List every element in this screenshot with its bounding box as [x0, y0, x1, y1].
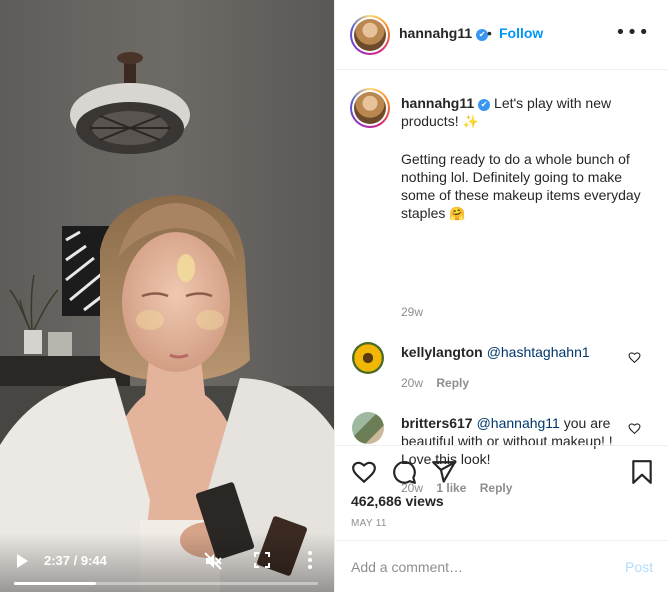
- comment-input[interactable]: [351, 557, 601, 577]
- video-player[interactable]: 2:37 / 9:44: [0, 0, 334, 592]
- mute-icon[interactable]: [204, 552, 222, 570]
- verified-icon: ✔: [478, 99, 491, 111]
- comment-time: 20w: [401, 376, 424, 390]
- video-time: 2:37 / 9:44: [44, 553, 107, 568]
- share-icon[interactable]: [431, 459, 457, 485]
- more-options-icon[interactable]: •••: [615, 24, 650, 42]
- caption: hannahg11 ✔ Let's play with new products!…: [401, 94, 651, 224]
- video-progress-fill: [14, 582, 96, 585]
- hugging-face-emoji: 🤗: [449, 207, 466, 222]
- video-controls: 2:37 / 9:44: [0, 532, 334, 592]
- bookmark-icon[interactable]: [629, 459, 655, 485]
- comment-mention[interactable]: @hannahg11: [477, 415, 560, 431]
- more-vertical-icon[interactable]: [306, 550, 314, 570]
- commenter-avatar[interactable]: [352, 342, 384, 374]
- play-icon[interactable]: [14, 552, 30, 570]
- sparkles-emoji: ✨: [462, 115, 479, 130]
- avatar[interactable]: [350, 15, 390, 55]
- post-date: MAY 11: [351, 518, 387, 529]
- comment-text: kellylangton @hashtaghahn1: [401, 343, 629, 361]
- caption-username[interactable]: hannahg11: [401, 95, 474, 111]
- comment-username[interactable]: kellylangton: [401, 344, 483, 360]
- comment-meta: 20w Reply: [401, 376, 479, 390]
- post-header: hannahg11 ✔ • Follow •••: [335, 0, 668, 70]
- heart-icon[interactable]: [351, 459, 377, 485]
- follow-button[interactable]: Follow: [499, 25, 543, 41]
- view-count[interactable]: 462,686 views: [351, 493, 444, 509]
- separator-dot: •: [487, 25, 492, 41]
- comment-username[interactable]: britters617: [401, 415, 473, 431]
- comment-mention[interactable]: @hashtaghahn1: [487, 344, 590, 360]
- post-actions: 462,686 views MAY 11: [335, 445, 668, 540]
- fullscreen-icon[interactable]: [254, 552, 270, 568]
- comments-section: hannahg11 ✔ Let's play with new products!…: [335, 70, 668, 495]
- like-comment-heart-icon[interactable]: [628, 422, 641, 435]
- comment-icon[interactable]: [391, 459, 417, 485]
- caption-avatar[interactable]: [350, 88, 390, 128]
- add-comment-bar: Post: [335, 540, 668, 592]
- reply-button[interactable]: Reply: [436, 376, 469, 390]
- header-username[interactable]: hannahg11: [399, 25, 472, 41]
- post-details: hannahg11 ✔ • Follow ••• hannahg11 ✔ Let's…: [334, 0, 668, 592]
- video-frame: [0, 0, 334, 592]
- caption-body: Getting ready to do a whole bunch of not…: [401, 151, 641, 221]
- post-comment-button[interactable]: Post: [625, 559, 653, 575]
- like-comment-heart-icon[interactable]: [628, 351, 641, 364]
- header-username-link[interactable]: hannahg11 ✔: [399, 25, 489, 41]
- video-progress-bar[interactable]: [14, 582, 318, 585]
- caption-timestamp: 29w: [401, 305, 424, 319]
- commenter-avatar[interactable]: [352, 412, 384, 444]
